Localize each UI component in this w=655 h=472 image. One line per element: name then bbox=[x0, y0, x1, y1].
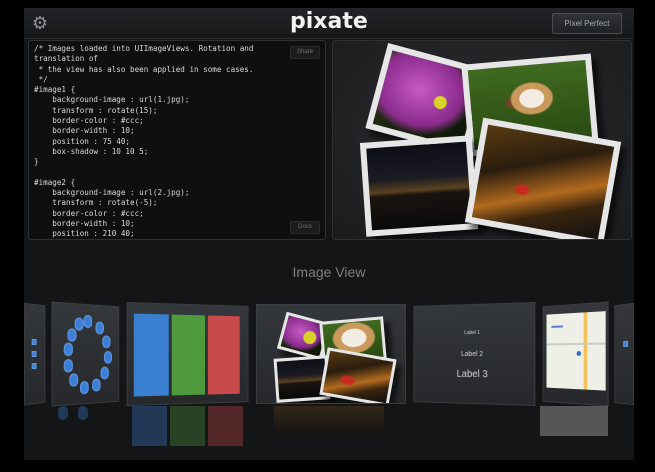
top-bar: ⚙ pixate Pixel Perfect bbox=[24, 8, 634, 39]
section-title: Image View bbox=[292, 264, 366, 280]
green-block bbox=[171, 314, 206, 396]
carousel-card-image-view[interactable] bbox=[256, 304, 406, 404]
map-view bbox=[546, 311, 606, 391]
view-carousel[interactable]: Label 1 Label 2 Label 3 bbox=[24, 301, 634, 407]
label-2: Label 2 bbox=[461, 350, 484, 359]
blue-block bbox=[133, 313, 169, 397]
image-preview bbox=[332, 40, 632, 240]
carousel-reflection bbox=[24, 406, 634, 460]
bridge-photo bbox=[359, 135, 479, 237]
app-screen: ⚙ pixate Pixel Perfect /* Images loaded … bbox=[24, 8, 634, 460]
carousel-card-buttons[interactable] bbox=[24, 302, 46, 406]
ring-diagram bbox=[52, 303, 119, 407]
label-1: Label 1 bbox=[464, 329, 480, 337]
carousel-card-partial-right[interactable] bbox=[614, 302, 634, 406]
carousel-card-ring[interactable] bbox=[51, 301, 120, 407]
carousel-card-labels[interactable]: Label 1 Label 2 Label 3 bbox=[413, 301, 536, 407]
pixel-perfect-button[interactable]: Pixel Perfect bbox=[552, 13, 622, 34]
code-text[interactable]: /* Images loaded into UIImageViews. Rota… bbox=[29, 41, 325, 239]
docs-button[interactable]: Docs bbox=[290, 221, 320, 234]
share-button[interactable]: Share bbox=[290, 46, 320, 59]
code-editor[interactable]: /* Images loaded into UIImageViews. Rota… bbox=[28, 40, 326, 240]
label-3: Label 3 bbox=[456, 368, 488, 381]
carousel-card-colors[interactable] bbox=[126, 301, 249, 407]
gear-icon[interactable]: ⚙ bbox=[30, 13, 50, 33]
red-block bbox=[207, 315, 240, 395]
app-logo: pixate bbox=[290, 9, 368, 34]
carousel-card-map[interactable] bbox=[542, 301, 609, 407]
